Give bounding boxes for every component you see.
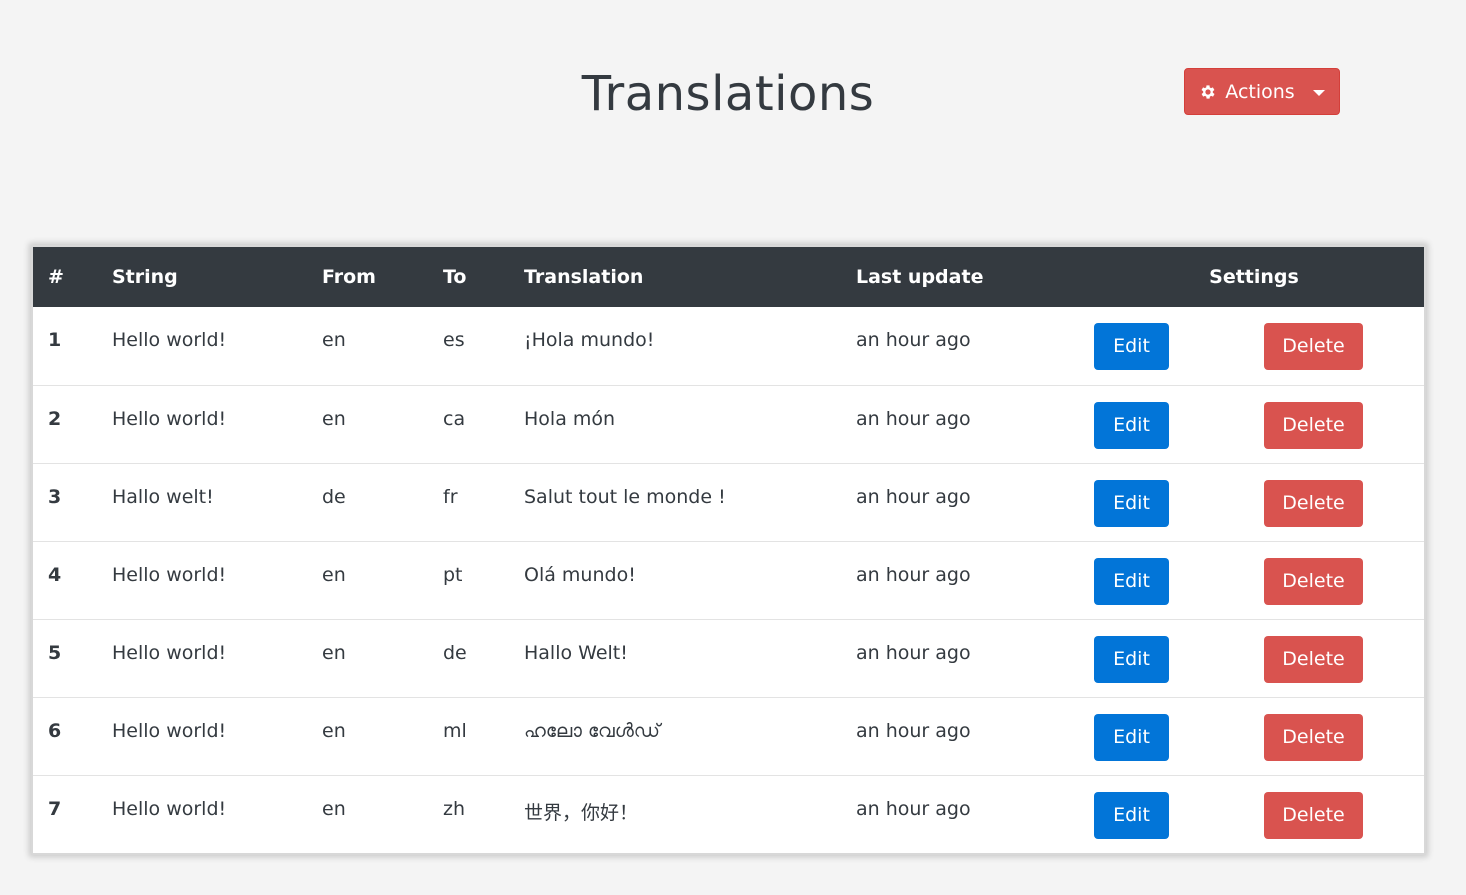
table-row: 3 Hallo welt! de fr Salut tout le monde … — [33, 463, 1424, 541]
delete-button[interactable]: Delete — [1264, 557, 1363, 605]
table-row: 7 Hello world! en zh 世界，你好！ an hour ago … — [33, 775, 1424, 853]
edit-button[interactable]: Edit — [1094, 557, 1169, 605]
translations-table: # String From To Translation Last update… — [31, 245, 1426, 855]
row-last-update: an hour ago — [856, 719, 971, 742]
row-settings: Edit Delete — [1084, 463, 1424, 541]
row-to: de — [443, 641, 467, 664]
row-to: pt — [443, 563, 463, 586]
row-string: Hello world! — [112, 329, 227, 351]
row-to: zh — [443, 797, 466, 820]
row-settings: Edit Delete — [1084, 697, 1424, 775]
row-number: 5 — [48, 641, 62, 664]
row-to: es — [443, 329, 465, 351]
row-translation: 世界，你好！ — [524, 801, 639, 824]
edit-button[interactable]: Edit — [1094, 635, 1169, 683]
table-row: 4 Hello world! en pt Olá mundo! an hour … — [33, 541, 1424, 619]
row-settings: Edit Delete — [1084, 619, 1424, 697]
row-to: fr — [443, 485, 458, 508]
table-row: 1 Hello world! en es ¡Hola mundo! an hou… — [33, 307, 1424, 385]
row-translation: Hola món — [524, 407, 616, 430]
column-header-from: From — [322, 266, 376, 288]
delete-button[interactable]: Delete — [1264, 713, 1363, 761]
delete-button[interactable]: Delete — [1264, 323, 1363, 370]
row-string: Hello world! — [112, 563, 227, 586]
row-number: 7 — [48, 797, 62, 820]
table-row: 6 Hello world! en ml ഹലോ വേൾഡ് an hour a… — [33, 697, 1424, 775]
row-translation: ¡Hola mundo! — [524, 329, 655, 351]
chevron-down-icon — [1312, 89, 1325, 96]
column-header-settings: Settings — [1209, 266, 1299, 288]
gear-icon — [1199, 83, 1217, 101]
actions-label: Actions — [1225, 80, 1295, 103]
row-translation: Hallo Welt! — [524, 641, 628, 664]
row-from: en — [322, 719, 346, 742]
row-string: Hello world! — [112, 719, 227, 742]
row-translation: Salut tout le monde ! — [524, 485, 726, 508]
row-last-update: an hour ago — [856, 485, 971, 508]
row-to: ca — [443, 407, 466, 430]
column-header-to: To — [443, 266, 467, 288]
column-header-last-update: Last update — [856, 266, 984, 288]
row-string: Hallo welt! — [112, 485, 214, 508]
delete-button[interactable]: Delete — [1264, 401, 1363, 449]
row-settings: Edit Delete — [1084, 385, 1424, 463]
table-header-row: # String From To Translation Last update… — [33, 247, 1424, 307]
edit-button[interactable]: Edit — [1094, 479, 1169, 527]
row-to: ml — [443, 719, 467, 742]
row-number: 2 — [48, 407, 62, 430]
row-from: de — [322, 485, 346, 508]
row-string: Hello world! — [112, 407, 227, 430]
row-string: Hello world! — [112, 641, 227, 664]
column-header-translation: Translation — [524, 266, 644, 288]
delete-button[interactable]: Delete — [1264, 479, 1363, 527]
row-settings: Edit Delete — [1084, 541, 1424, 619]
edit-button[interactable]: Edit — [1094, 323, 1169, 370]
row-translation: ഹലോ വേൾഡ് — [524, 719, 661, 742]
row-number: 3 — [48, 485, 62, 508]
table-row: 2 Hello world! en ca Hola món an hour ag… — [33, 385, 1424, 463]
row-number: 1 — [48, 329, 62, 351]
row-from: en — [322, 329, 346, 351]
delete-button[interactable]: Delete — [1264, 791, 1363, 839]
row-settings: Edit Delete — [1084, 775, 1424, 853]
row-last-update: an hour ago — [856, 797, 971, 820]
row-last-update: an hour ago — [856, 407, 971, 430]
column-header-number: # — [48, 266, 64, 288]
delete-button[interactable]: Delete — [1264, 635, 1363, 683]
row-last-update: an hour ago — [856, 641, 971, 664]
table-row: 5 Hello world! en de Hallo Welt! an hour… — [33, 619, 1424, 697]
row-last-update: an hour ago — [856, 563, 971, 586]
row-from: en — [322, 563, 346, 586]
edit-button[interactable]: Edit — [1094, 713, 1169, 761]
row-from: en — [322, 641, 346, 664]
row-number: 4 — [48, 563, 62, 586]
row-settings: Edit Delete — [1084, 307, 1424, 385]
column-header-string: String — [112, 266, 178, 288]
edit-button[interactable]: Edit — [1094, 791, 1169, 839]
edit-button[interactable]: Edit — [1094, 401, 1169, 449]
row-from: en — [322, 407, 346, 430]
row-from: en — [322, 797, 346, 820]
row-number: 6 — [48, 719, 62, 742]
actions-dropdown-button[interactable]: Actions — [1184, 68, 1340, 115]
row-last-update: an hour ago — [856, 329, 971, 351]
row-translation: Olá mundo! — [524, 563, 636, 586]
row-string: Hello world! — [112, 797, 227, 820]
